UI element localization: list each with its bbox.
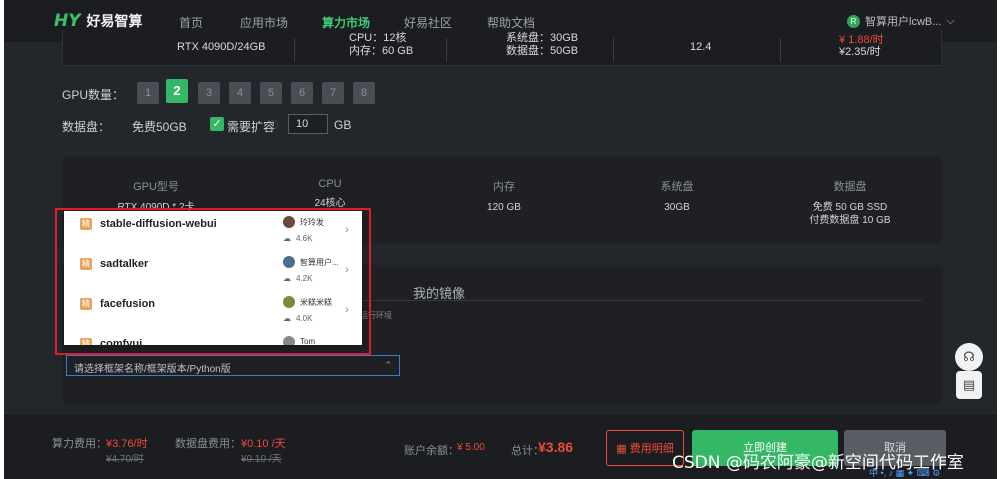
compute-fee-value: ¥3.76/时	[106, 438, 148, 450]
fee-detail-label: 费用明细	[629, 443, 674, 455]
spec-price: ¥ 1.88/时	[839, 34, 884, 46]
chevron-down-icon: ⌵	[946, 14, 955, 27]
nav-item-compute-market[interactable]: 算力市场	[322, 14, 370, 31]
receipt-icon: ▦	[616, 443, 630, 455]
logo-icon: HY	[54, 11, 81, 31]
framework-select-placeholder: 请选择框架名称/框架版本/Python版	[74, 364, 231, 375]
divider	[446, 38, 447, 62]
data-disk-free: 免费50GB	[132, 120, 187, 134]
expand-checkbox[interactable]: ✓	[210, 117, 224, 131]
spec-price-orig: ¥2.35/时	[839, 46, 881, 58]
disk-fee-value: ¥0.10 /天	[241, 438, 286, 450]
chevron-up-icon: ⌃	[384, 360, 392, 370]
info-icon: ⓘ	[269, 120, 279, 130]
spec-cuda: 12.4	[690, 41, 712, 53]
selected-spec-row[interactable]: RTX 4090D/24GB CPU：12核 内存：60 GB 系统盘：30GB…	[62, 30, 942, 66]
divider	[780, 38, 781, 62]
nav-item-help-docs[interactable]: 帮助文档	[487, 14, 535, 31]
app-window: HY 好易智算 首页 应用市场 算力市场 好易社区 帮助文档 R 智算用户lcw…	[4, 0, 997, 479]
spec-mem: 内存：60 GB	[349, 45, 414, 57]
nav-item-home[interactable]: 首页	[179, 14, 203, 31]
gpu-count-option-5[interactable]: 5	[260, 82, 282, 104]
gpu-count-option-1[interactable]: 1	[137, 82, 159, 104]
compute-fee-orig: ¥4.70/时	[106, 454, 144, 465]
data-disk-label: 数据盘：	[62, 120, 111, 134]
spec-sys-disk: 系统盘：30GB	[506, 32, 579, 44]
gpu-count-label: GPU数量：	[62, 88, 125, 102]
summary-header-gpu: GPU型号	[133, 181, 179, 193]
framework-select[interactable]: 请选择框架名称/框架版本/Python版 ⌃	[66, 355, 400, 376]
clipboard-icon[interactable]: ▤	[956, 371, 982, 399]
summary-header-mem: 内存	[493, 181, 515, 193]
expand-size-input[interactable]: 10	[288, 114, 328, 134]
total-value: ¥3.86	[538, 439, 574, 455]
summary-header-sys-disk: 系统盘	[660, 181, 694, 193]
disk-fee-orig: ¥0.10 /天	[241, 454, 282, 465]
nav-item-community[interactable]: 好易社区	[404, 14, 452, 31]
summary-value-mem: 120 GB	[487, 202, 521, 213]
gpu-count-option-7[interactable]: 7	[322, 82, 344, 104]
expand-label: 需要扩容	[227, 120, 276, 134]
summary-value-sys-disk: 30GB	[664, 202, 690, 213]
user-name: 智算用户lcwB...	[865, 16, 942, 28]
gpu-count-option-8[interactable]: 8	[353, 82, 375, 104]
divider	[294, 38, 295, 62]
user-avatar: R	[847, 14, 860, 28]
summary-value-paid-disk: 付费数据盘 10 GB	[809, 215, 891, 226]
spec-cpu: CPU：12核	[349, 32, 407, 44]
nav-item-app-market[interactable]: 应用市场	[240, 14, 288, 31]
spec-gpu: RTX 4090D/24GB	[177, 41, 266, 53]
summary-header-data-disk: 数据盘	[833, 181, 867, 193]
logo-text: 好易智算	[86, 13, 143, 29]
gpu-count-option-4[interactable]: 4	[229, 82, 251, 104]
input-method-tray-icons: 中 •, ♪ ▦ ✦ ⌨ ⚙	[869, 468, 941, 478]
customer-service-icon[interactable]: ☊	[955, 343, 983, 371]
disk-fee-label: 数据盘费用：	[175, 438, 241, 450]
gpu-count-option-6[interactable]: 6	[291, 82, 313, 104]
divider	[613, 38, 614, 62]
logo[interactable]: HY 好易智算	[54, 11, 143, 31]
user-menu[interactable]: R 智算用户lcwB... ⌵	[847, 13, 955, 29]
balance-value: ¥ 5.00	[457, 442, 485, 453]
gpu-count-option-3[interactable]: 3	[198, 82, 220, 104]
spec-data-disk: 数据盘：50GB	[506, 45, 579, 57]
highlight-box	[55, 208, 371, 355]
compute-fee-label: 算力费用：	[52, 438, 107, 450]
expand-unit: GB	[334, 118, 352, 132]
summary-value-data-disk: 免费 50 GB SSD	[812, 202, 888, 213]
balance-label: 账户余额：	[404, 445, 459, 457]
summary-header-cpu: CPU	[318, 178, 342, 190]
gpu-count-option-2[interactable]: 2	[166, 79, 188, 103]
